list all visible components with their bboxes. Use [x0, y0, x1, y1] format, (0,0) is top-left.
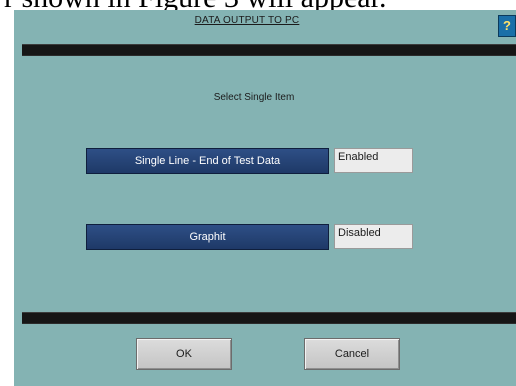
top-separator-bar	[22, 44, 516, 56]
single-line-status-field: Enabled	[334, 148, 413, 173]
graphit-status-field: Disabled	[334, 224, 413, 249]
screenshot: r shown in Figure 3 will appear. DATA OU…	[0, 0, 516, 386]
bottom-separator-bar	[22, 312, 516, 324]
data-output-dialog: DATA OUTPUT TO PC ? Select Single Item S…	[14, 10, 516, 386]
single-line-end-of-test-data-button[interactable]: Single Line - End of Test Data	[86, 148, 329, 174]
graphit-button[interactable]: Graphit	[86, 224, 329, 250]
help-button[interactable]: ?	[498, 15, 516, 37]
dialog-title: DATA OUTPUT TO PC	[194, 15, 300, 26]
ok-button[interactable]: OK	[136, 338, 232, 370]
instruction-text: Select Single Item	[213, 92, 295, 103]
cancel-button[interactable]: Cancel	[304, 338, 400, 370]
